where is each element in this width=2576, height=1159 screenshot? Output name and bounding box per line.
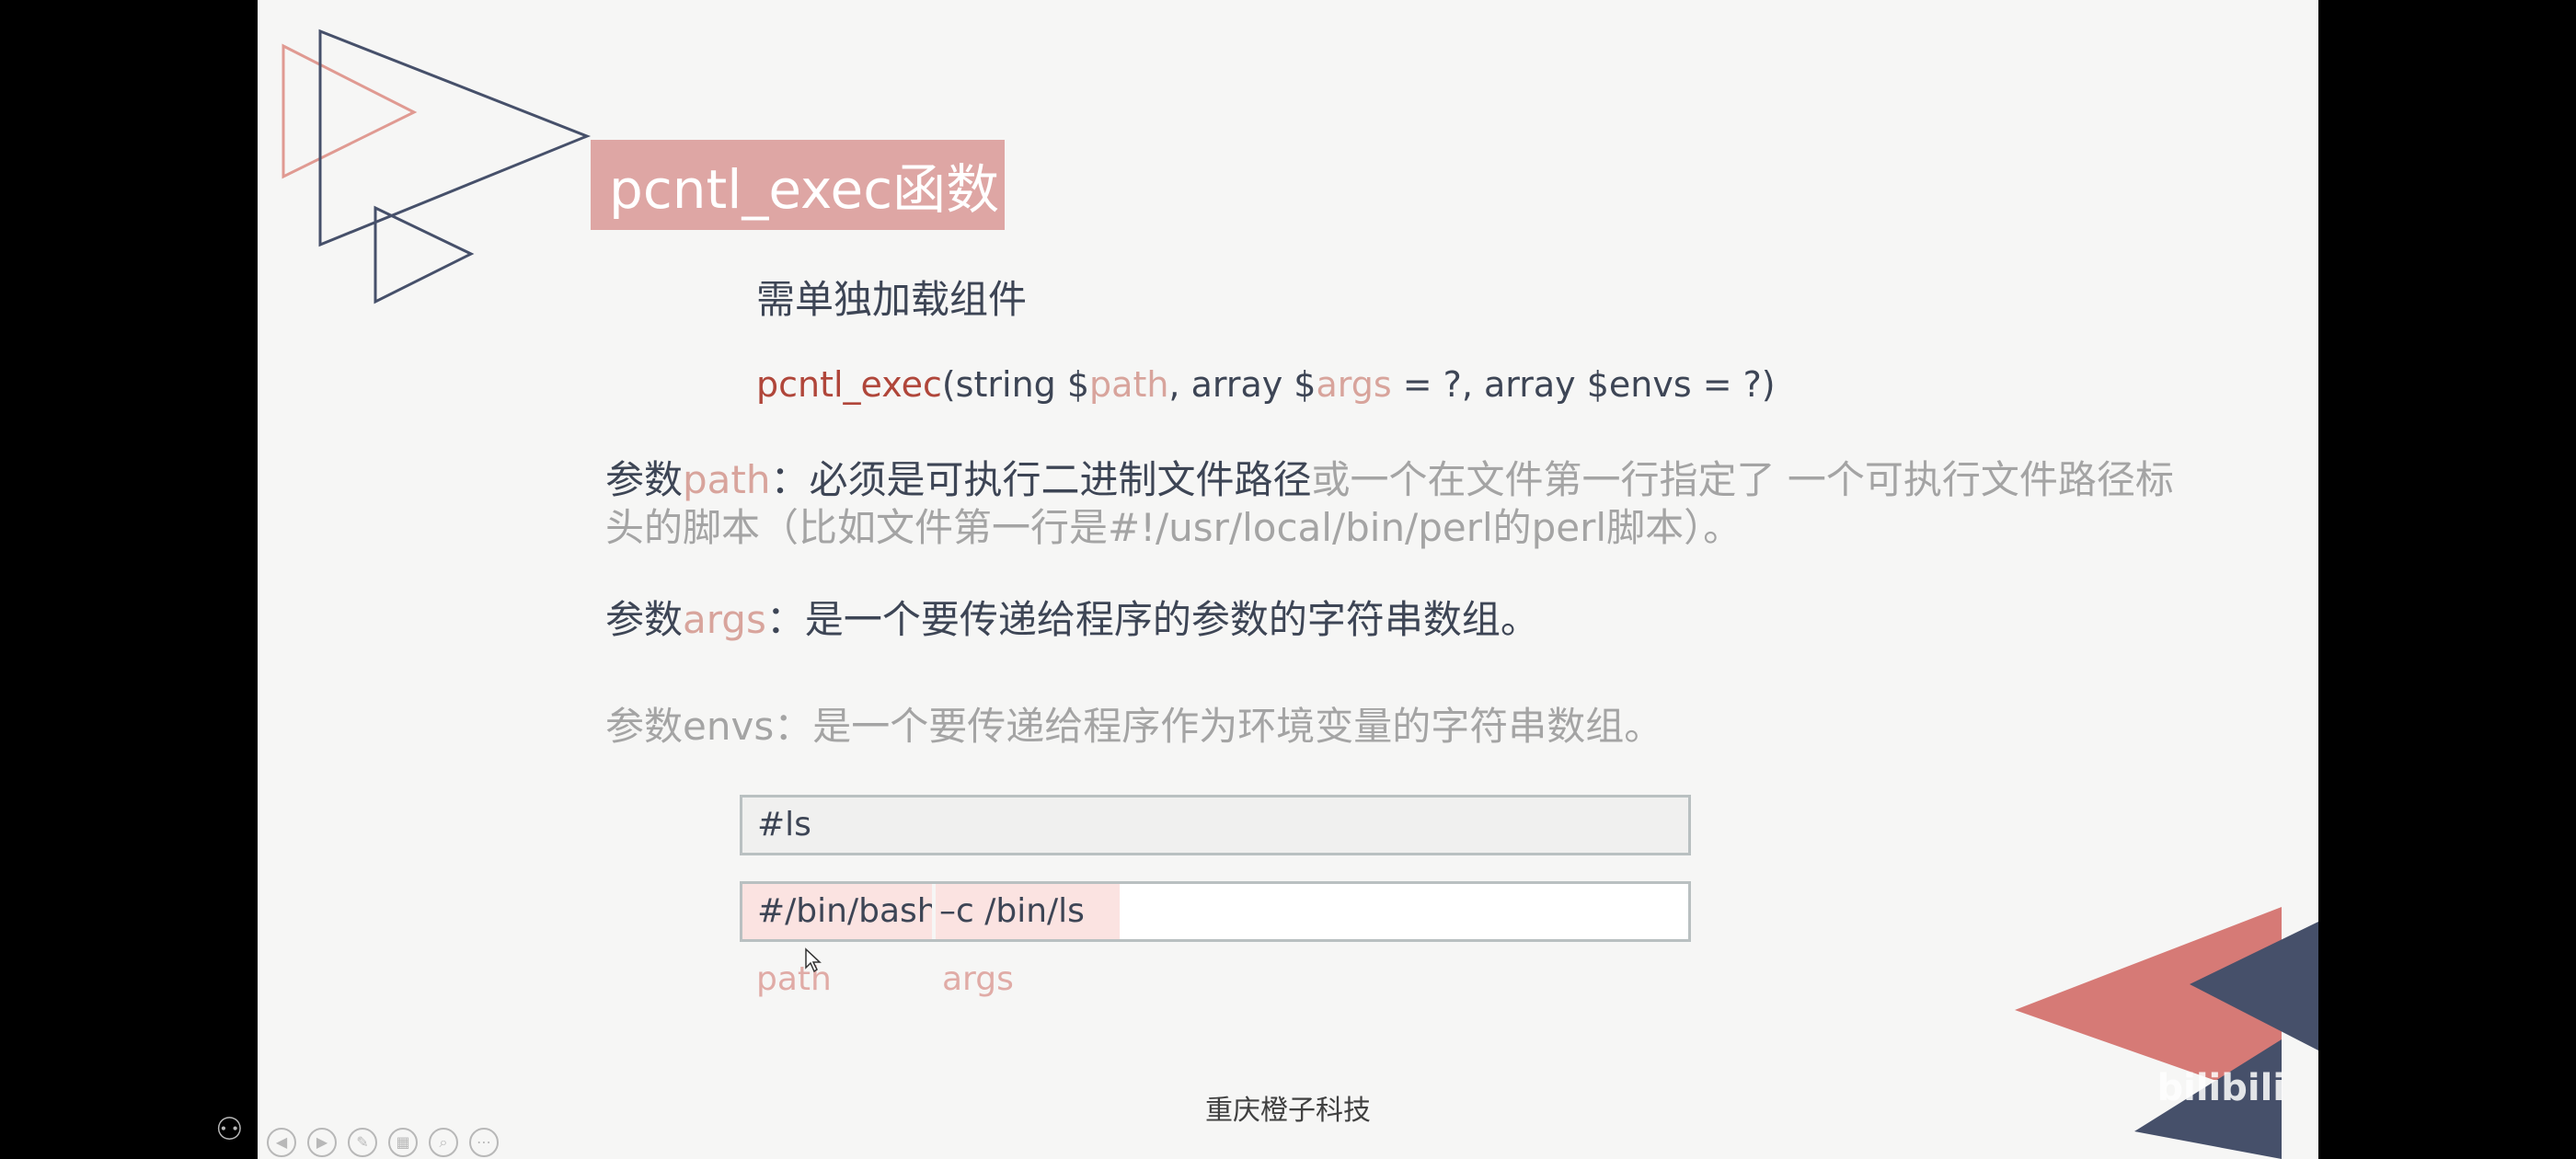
- zoom-icon[interactable]: ⌕: [429, 1128, 458, 1157]
- signature-part-2: , array $: [1168, 364, 1317, 405]
- bilibili-watermark: bilibili: [2156, 1067, 2285, 1109]
- subtitle: 需单独加载组件: [756, 277, 1028, 322]
- function-signature: pcntl_exec(string $path, array $args = ?…: [756, 364, 1776, 405]
- slides-icon[interactable]: ▦: [388, 1128, 418, 1157]
- pen-icon[interactable]: ✎: [348, 1128, 377, 1157]
- example-ls-box: #ls: [740, 795, 1691, 855]
- example-bash-path: #/bin/bash: [742, 884, 938, 939]
- signature-path: path: [1089, 364, 1169, 405]
- label-args: args: [942, 960, 1014, 998]
- example-bash-args: –c /bin/ls: [936, 884, 1120, 939]
- signature-args: args: [1316, 364, 1392, 405]
- slide-footer: 重庆橙子科技: [1205, 1095, 1371, 1127]
- example-ls-text: #ls: [757, 806, 811, 843]
- prev-icon[interactable]: ◀: [267, 1128, 296, 1157]
- people-icon[interactable]: ⚇: [215, 1111, 243, 1148]
- next-icon[interactable]: ▶: [307, 1128, 337, 1157]
- param-args-text: ：是一个要传递给程序的参数的字符串数组。: [765, 597, 1539, 642]
- param-path-bold: 必须是可执行二进制文件路径: [809, 457, 1312, 502]
- param-path-rest: 或一个在文件第一行指定了 一个可执行文件路径标: [1311, 457, 2174, 502]
- example-bash-box: #/bin/bash –c /bin/ls: [740, 881, 1691, 942]
- param-envs-line: 参数envs：是一个要传递给程序作为环境变量的字符串数组。: [605, 704, 1663, 749]
- mouse-cursor-icon: [805, 947, 822, 973]
- param-path-prefix: 参数: [605, 457, 684, 502]
- signature-function-name: pcntl_exec: [756, 364, 942, 405]
- bottom-right-triangles-decoration: [2015, 907, 2318, 1159]
- param-args-name: args: [683, 597, 766, 642]
- param-path-sep: ：: [770, 457, 810, 502]
- slide-title-box: pcntl_exec函数: [591, 140, 1005, 230]
- param-path-line2: 头的脚本（比如文件第一行是#!/usr/local/bin/perl的perl脚…: [605, 505, 1742, 550]
- param-args-prefix: 参数: [605, 597, 684, 642]
- signature-part-3: = ?, array $envs = ?): [1391, 364, 1776, 405]
- more-icon[interactable]: ⋯: [469, 1128, 499, 1157]
- param-path-name: path: [683, 457, 771, 502]
- param-args-line: 参数args：是一个要传递给程序的参数的字符串数组。: [605, 589, 1539, 645]
- presentation-slide: pcntl_exec函数 需单独加载组件 pcntl_exec(string $…: [258, 0, 2318, 1159]
- slide-title: pcntl_exec函数: [609, 158, 1000, 221]
- signature-part-1: (string $: [941, 364, 1090, 405]
